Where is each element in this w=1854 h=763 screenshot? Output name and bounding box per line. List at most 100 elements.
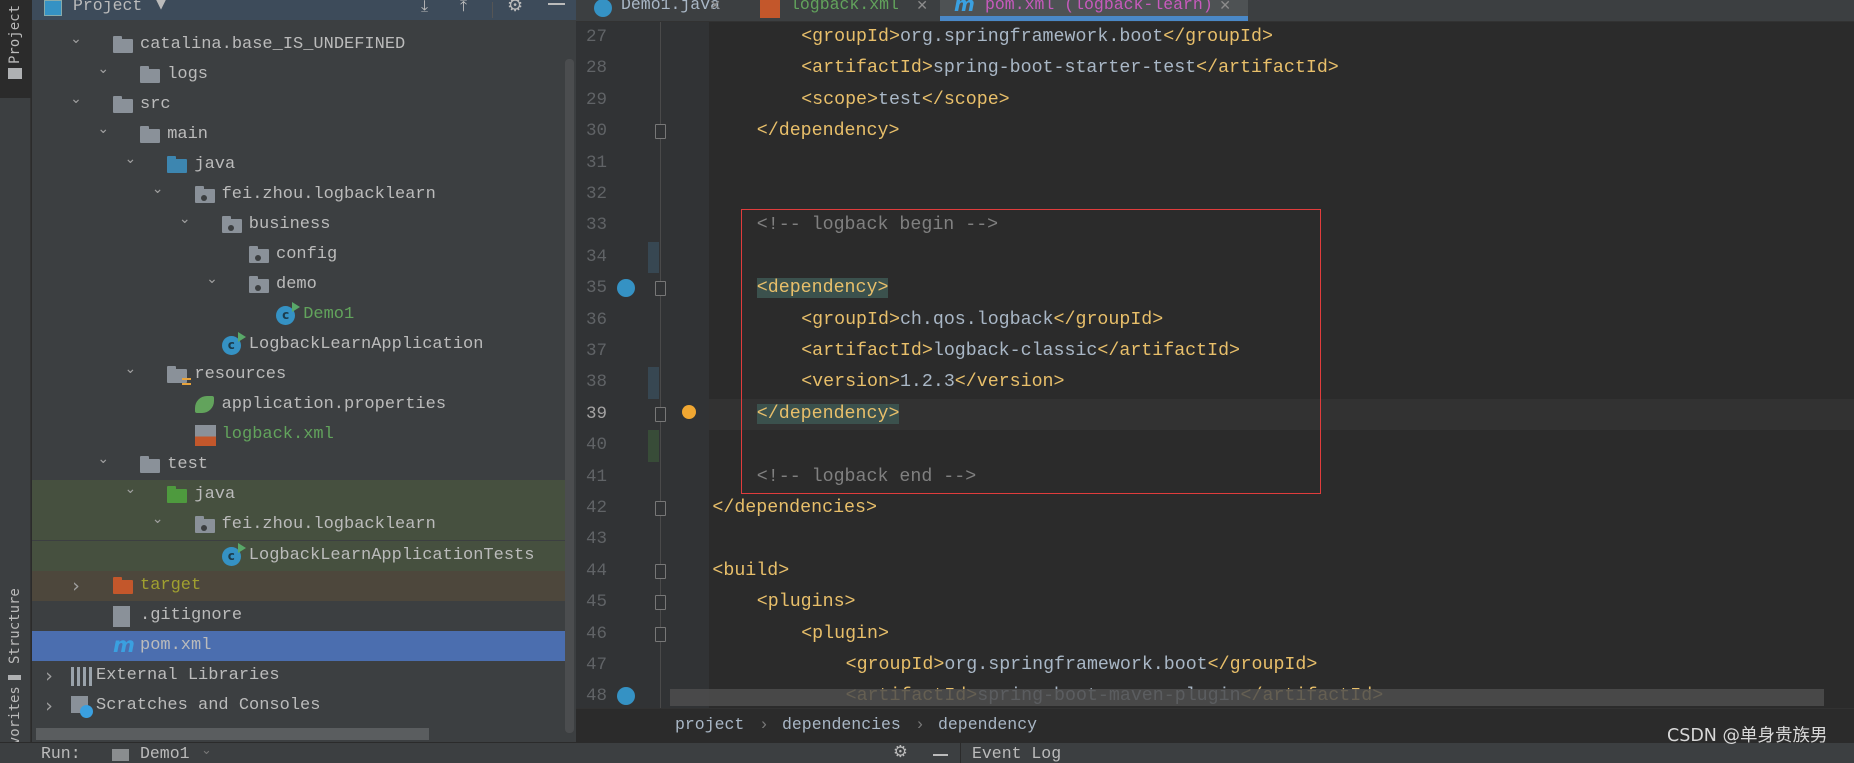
- xml-tag: </groupId>: [1207, 655, 1318, 675]
- code-content: <build>: [712, 556, 789, 587]
- code-line: 45 <plugins>: [0, 587, 1278, 618]
- line-number: 32: [585, 184, 607, 204]
- project-icon: [44, 0, 62, 16]
- code-line: 29 <scope>test</scope>: [0, 85, 1278, 116]
- editor-tabs: Demo1.java ✕ logback.xml ✕ m pom.xml (logback…: [576, 0, 1854, 22]
- chevron-down-icon[interactable]: ▼: [156, 0, 166, 12]
- breadcrumb-project[interactable]: project: [675, 709, 744, 740]
- close-tab-icon[interactable]: ✕: [709, 0, 721, 19]
- line-number: 44: [585, 560, 607, 581]
- line-number: 47: [585, 655, 607, 675]
- watermark: CSDN @单身贵族男: [1667, 726, 1828, 746]
- line-number: 38: [585, 372, 607, 393]
- code-line: 42 </dependencies>: [0, 493, 1278, 524]
- code-line: 47 <groupId>org.springframework.boot</gro…: [0, 650, 1317, 681]
- xml-file-icon: [760, 0, 780, 18]
- line-number: 43: [585, 529, 607, 550]
- xml-tag: </scope>: [921, 89, 1010, 110]
- event-log-tab[interactable]: Event Log: [972, 744, 1061, 763]
- xml-tag: <artifactId>: [801, 58, 933, 79]
- editor-tab[interactable]: Demo1.java ✕: [576, 0, 726, 21]
- highlight-box: [741, 209, 1321, 494]
- xml-tag: </artifactId>: [1196, 58, 1339, 79]
- code-line: 31: [0, 148, 1278, 179]
- line-number: 31: [585, 152, 607, 173]
- code-line: 44 <build>: [0, 556, 1278, 587]
- line-number: 45: [585, 592, 607, 613]
- xml-tag: <groupId>: [801, 27, 900, 47]
- class-icon: [594, 0, 612, 17]
- code-content: <groupId>org.springframework.boot</group…: [846, 650, 1318, 681]
- line-number: 42: [585, 498, 607, 518]
- close-tab-icon[interactable]: ✕: [1219, 0, 1231, 19]
- maven-icon: m: [954, 0, 975, 16]
- minimize-icon[interactable]: [548, 3, 565, 5]
- editor-tab-label[interactable]: Demo1.java: [621, 0, 720, 18]
- xml-tag: <scope>: [801, 89, 878, 110]
- code-content: </dependency>: [757, 116, 900, 147]
- xml-tag: </dependencies>: [712, 498, 877, 518]
- ide-window: Project Structure Favorites ⌄ catalina.ba…: [0, 0, 1854, 763]
- code-line: 32: [0, 179, 1278, 210]
- line-number: 41: [585, 466, 607, 487]
- code-content: </dependencies>: [712, 493, 877, 524]
- line-number: 37: [585, 341, 607, 361]
- xml-text: org.springframework.boot: [899, 27, 1164, 47]
- bottom-tool-bar: Run: Demo1 ⌄ ⚙ Event Log: [0, 742, 1854, 763]
- xml-tag: <plugins>: [756, 592, 856, 613]
- gear-icon[interactable]: ⚙: [507, 0, 523, 16]
- run-config-tab[interactable]: Demo1: [140, 744, 190, 763]
- xml-text: test: [877, 89, 922, 110]
- divider: [960, 743, 961, 763]
- minimize-icon[interactable]: [933, 754, 948, 756]
- line-number: 39: [585, 403, 607, 424]
- xml-tag: <plugin>: [801, 623, 889, 644]
- expand-all-icon[interactable]: ⤓: [421, 0, 428, 16]
- code-content: <plugin>: [801, 619, 889, 650]
- run-config-icon: [112, 749, 129, 761]
- line-number: 29: [585, 89, 607, 110]
- code-line: 43: [0, 524, 1278, 555]
- editor-tab[interactable]: logback.xml ✕: [745, 0, 933, 21]
- xml-text: spring-boot-starter-test: [932, 58, 1197, 79]
- line-number: 46: [585, 623, 607, 644]
- editor-tab[interactable]: m pom.xml (logback-learn) ✕: [940, 0, 1248, 21]
- collapse-all-icon[interactable]: ⤒: [460, 0, 467, 16]
- project-view-selector[interactable]: Project: [73, 0, 142, 15]
- code-content: <plugins>: [757, 587, 856, 618]
- project-panel-header: Project ▼ ⤓ ⤒ ⚙: [32, 0, 576, 20]
- code-content: <groupId>org.springframework.boot</group…: [801, 22, 1273, 53]
- code-content: <artifactId>spring-boot-starter-test</ar…: [801, 53, 1339, 84]
- gear-icon[interactable]: ⚙: [893, 742, 908, 761]
- xml-text: org.springframework.boot: [944, 655, 1208, 675]
- close-tab-icon[interactable]: ✕: [916, 0, 928, 19]
- line-number: 28: [585, 58, 607, 79]
- xml-tag: </groupId>: [1163, 27, 1273, 47]
- chevron-down-icon[interactable]: ⌄: [201, 743, 212, 758]
- xml-tag: </dependency>: [756, 121, 900, 142]
- line-number: 35: [585, 278, 607, 299]
- run-label: Run:: [41, 744, 81, 763]
- code-line: 27 <groupId>org.springframework.boot</gro…: [0, 22, 1278, 53]
- editor-tab-label[interactable]: pom.xml (logback-learn): [985, 0, 1213, 18]
- chevron-right-icon: ›: [915, 715, 925, 734]
- line-number: 33: [585, 215, 607, 236]
- code-line: 28 <artifactId>spring-boot-starter-test</…: [0, 53, 1339, 84]
- xml-tag: <groupId>: [845, 655, 945, 675]
- code-line: 30 </dependency>: [0, 116, 1278, 147]
- chevron-right-icon: ›: [759, 715, 769, 734]
- editor-horizontal-scrollbar[interactable]: [670, 689, 1824, 706]
- line-number: 30: [585, 121, 607, 142]
- divider: [492, 2, 493, 18]
- editor-tab-label[interactable]: logback.xml: [790, 0, 899, 18]
- lightbulb-icon[interactable]: [682, 404, 696, 419]
- horizontal-scrollbar[interactable]: [36, 728, 429, 740]
- line-number: 36: [585, 309, 607, 330]
- line-number: 40: [585, 435, 607, 456]
- code-content: <scope>test</scope>: [801, 85, 1009, 116]
- line-number: 27: [585, 27, 607, 47]
- breadcrumb-dependency[interactable]: dependency: [938, 709, 1037, 740]
- breadcrumb-dependencies[interactable]: dependencies: [782, 709, 901, 740]
- breadcrumb: project › dependencies › dependency: [576, 708, 1854, 742]
- code-line: 46 <plugin>: [0, 619, 1278, 650]
